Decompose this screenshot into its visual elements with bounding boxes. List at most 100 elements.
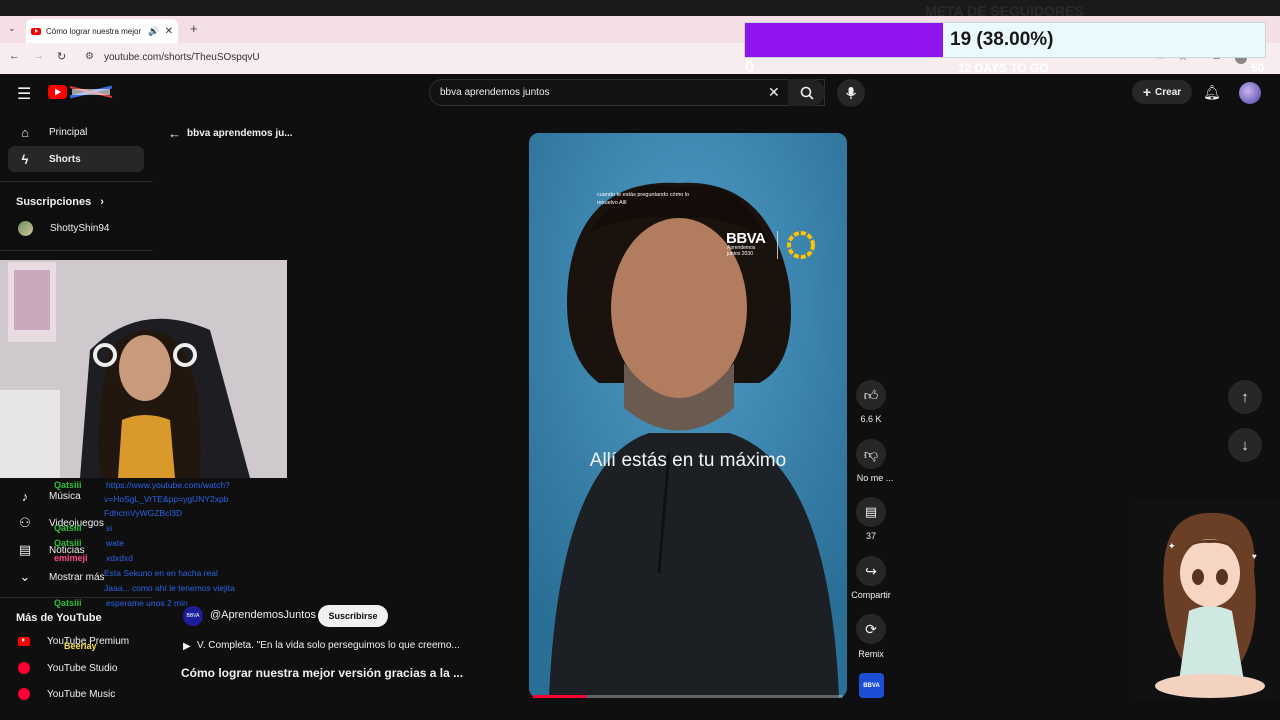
svg-text:♥: ♥ bbox=[1252, 552, 1257, 561]
sidebar-item-label: ShottyShin94 bbox=[50, 222, 110, 234]
svg-text:✦: ✦ bbox=[1168, 541, 1176, 551]
goal-title: META DE SEGUIDORES bbox=[925, 3, 1084, 19]
chat-username: Qatsiii bbox=[54, 523, 82, 533]
chat-message: wate bbox=[106, 538, 124, 548]
remix-button[interactable]: ⟳ bbox=[856, 614, 886, 644]
chat-username: Beerlay bbox=[64, 641, 97, 651]
youtube-studio-icon bbox=[18, 662, 30, 674]
sidebar-divider bbox=[0, 181, 153, 182]
chat-message: https://www.youtube.com/watch? bbox=[106, 480, 230, 490]
chat-line: Qatsiii wate bbox=[54, 538, 264, 553]
previous-short-button[interactable]: ↑ bbox=[1228, 380, 1262, 414]
sidebar-item-principal[interactable]: ⌂ Principal bbox=[8, 119, 144, 145]
sidebar-item-youtube-music[interactable]: YouTube Music bbox=[8, 681, 144, 707]
channel-avatar[interactable]: BBVA bbox=[183, 606, 203, 626]
notifications-bell-icon[interactable]: 🔔︎ bbox=[1203, 84, 1221, 101]
tab-list-chevron-icon[interactable]: ⌄ bbox=[8, 23, 16, 34]
goal-days-left: 12 DAYS TO GO bbox=[958, 61, 1049, 75]
comments-button[interactable]: ▤ bbox=[856, 497, 886, 527]
video-description[interactable]: V. Completa. "En la vida solo perseguimo… bbox=[197, 640, 460, 651]
share-icon: ↪ bbox=[865, 562, 877, 579]
youtube-logo[interactable] bbox=[48, 85, 114, 99]
forward-arrow-icon[interactable]: → bbox=[33, 50, 44, 62]
like-count: 6.6 K bbox=[860, 414, 882, 424]
tab-close-icon[interactable]: ✕ bbox=[165, 26, 173, 37]
chat-line: emimeji xdxdxd bbox=[54, 553, 264, 568]
audio-source-label: BBVA bbox=[863, 682, 880, 689]
new-tab-icon[interactable]: + bbox=[190, 21, 198, 36]
menu-icon[interactable]: ☰ bbox=[17, 84, 31, 104]
thumbs-down-icon: 👎︎ bbox=[863, 445, 879, 462]
remix-icon: ⟳ bbox=[865, 620, 877, 637]
sidebar-item-shorts[interactable]: ϟ Shorts bbox=[8, 146, 144, 172]
stream-chat-overlay: Qatsiii https://www.youtube.com/watch? v… bbox=[54, 480, 264, 655]
play-icon: ▶ bbox=[183, 641, 191, 652]
comment-icon: ▤ bbox=[864, 504, 878, 519]
browser-tab[interactable]: Cómo lograr nuestra mejor 🔊 ✕ bbox=[26, 19, 178, 43]
youtube-music-icon bbox=[18, 688, 30, 700]
chat-message: esperame unos 2 min bbox=[106, 598, 188, 608]
next-short-button[interactable]: ↓ bbox=[1228, 428, 1262, 462]
clear-search-icon[interactable]: ✕ bbox=[768, 84, 780, 101]
stream-avatar-overlay: ✦ ♥ bbox=[1134, 501, 1280, 701]
url-field[interactable]: youtube.com/shorts/TheuSOspqvU bbox=[104, 52, 260, 63]
goal-min: 0 bbox=[745, 59, 754, 76]
create-label: Crear bbox=[1155, 86, 1182, 98]
like-button[interactable]: 👍︎ bbox=[856, 380, 886, 410]
tab-title: Cómo lograr nuestra mejor bbox=[46, 26, 142, 36]
search-icon bbox=[800, 86, 814, 100]
chat-message: xdxdxd bbox=[106, 553, 133, 563]
voice-search-button[interactable] bbox=[837, 79, 865, 107]
microphone-icon bbox=[846, 87, 856, 99]
goal-progress-fill bbox=[745, 23, 943, 57]
home-icon: ⌂ bbox=[21, 124, 29, 140]
create-button[interactable]: + Crear bbox=[1132, 80, 1192, 104]
chat-message: v=HoSgL_VrTE&pp=ygUNY2xpb bbox=[104, 494, 229, 504]
youtube-premium-icon bbox=[18, 636, 30, 646]
short-video-player[interactable]: cuando te estás preguntando cómo lo resu… bbox=[529, 133, 847, 698]
chat-message: si bbox=[106, 523, 113, 533]
account-avatar[interactable] bbox=[1239, 82, 1261, 104]
chevron-right-icon: › bbox=[100, 196, 104, 208]
tab-audio-icon[interactable]: 🔊 bbox=[148, 26, 159, 37]
streamer-webcam bbox=[0, 260, 287, 478]
subscriptions-heading[interactable]: Suscripciones › bbox=[16, 196, 104, 208]
chat-username: Qatsiii bbox=[54, 538, 82, 548]
video-title[interactable]: Cómo lograr nuestra mejor versión gracia… bbox=[181, 666, 463, 680]
channel-name[interactable]: @AprendemosJuntos bbox=[210, 609, 316, 621]
sidebar-item-youtube-studio[interactable]: YouTube Studio bbox=[8, 655, 144, 681]
share-button[interactable]: ↪ bbox=[856, 556, 886, 586]
dislike-button[interactable]: 👎︎ bbox=[856, 439, 886, 469]
video-corner-text: cuando te estás preguntando cómo lo resu… bbox=[597, 192, 690, 206]
sidebar-item-subscription[interactable]: ShottyShin94 bbox=[8, 215, 144, 241]
dislike-label: No me ... bbox=[856, 473, 894, 483]
chat-line: Qatsiii si bbox=[54, 523, 264, 538]
subscriptions-heading-label: Suscripciones bbox=[16, 196, 92, 208]
watermark-divider bbox=[777, 231, 778, 259]
site-settings-icon[interactable]: ⚙ bbox=[85, 51, 94, 62]
channel-avatar-label: BBVA bbox=[186, 613, 200, 619]
chat-username: Qatsiii bbox=[54, 480, 82, 490]
browser-top-strip bbox=[0, 0, 1280, 16]
chevron-down-icon: ⌄ bbox=[19, 569, 31, 584]
sidebar-item-label: Shorts bbox=[49, 153, 81, 165]
audio-source-thumbnail[interactable]: BBVA bbox=[859, 673, 884, 698]
search-button[interactable] bbox=[788, 79, 825, 106]
news-icon: ▤ bbox=[18, 542, 32, 557]
plus-icon: + bbox=[1142, 84, 1152, 100]
subscribe-button[interactable]: Suscribirse bbox=[318, 605, 388, 627]
back-arrow-icon: ← bbox=[168, 126, 181, 141]
video-progress-fill bbox=[533, 695, 586, 698]
sdg-wheel-icon bbox=[787, 231, 815, 259]
back-to-search-link[interactable]: ← bbva aprendemos ju... bbox=[168, 126, 293, 141]
chat-message: FdhcmVyWGZBcl3D bbox=[104, 508, 183, 518]
search-input[interactable]: bbva aprendemos juntos bbox=[429, 79, 825, 106]
chat-message: Jaaa... como ahí le tenemos viejita bbox=[104, 583, 235, 593]
share-label: Compartir bbox=[851, 590, 891, 600]
arrow-up-icon: ↑ bbox=[1241, 388, 1249, 406]
gaming-icon: ⚇ bbox=[19, 515, 31, 530]
reload-icon[interactable]: ↻ bbox=[57, 50, 66, 63]
search-query: bbva aprendemos juntos bbox=[440, 87, 550, 98]
back-arrow-icon[interactable]: ← bbox=[9, 50, 20, 62]
arrow-down-icon: ↓ bbox=[1241, 436, 1249, 454]
